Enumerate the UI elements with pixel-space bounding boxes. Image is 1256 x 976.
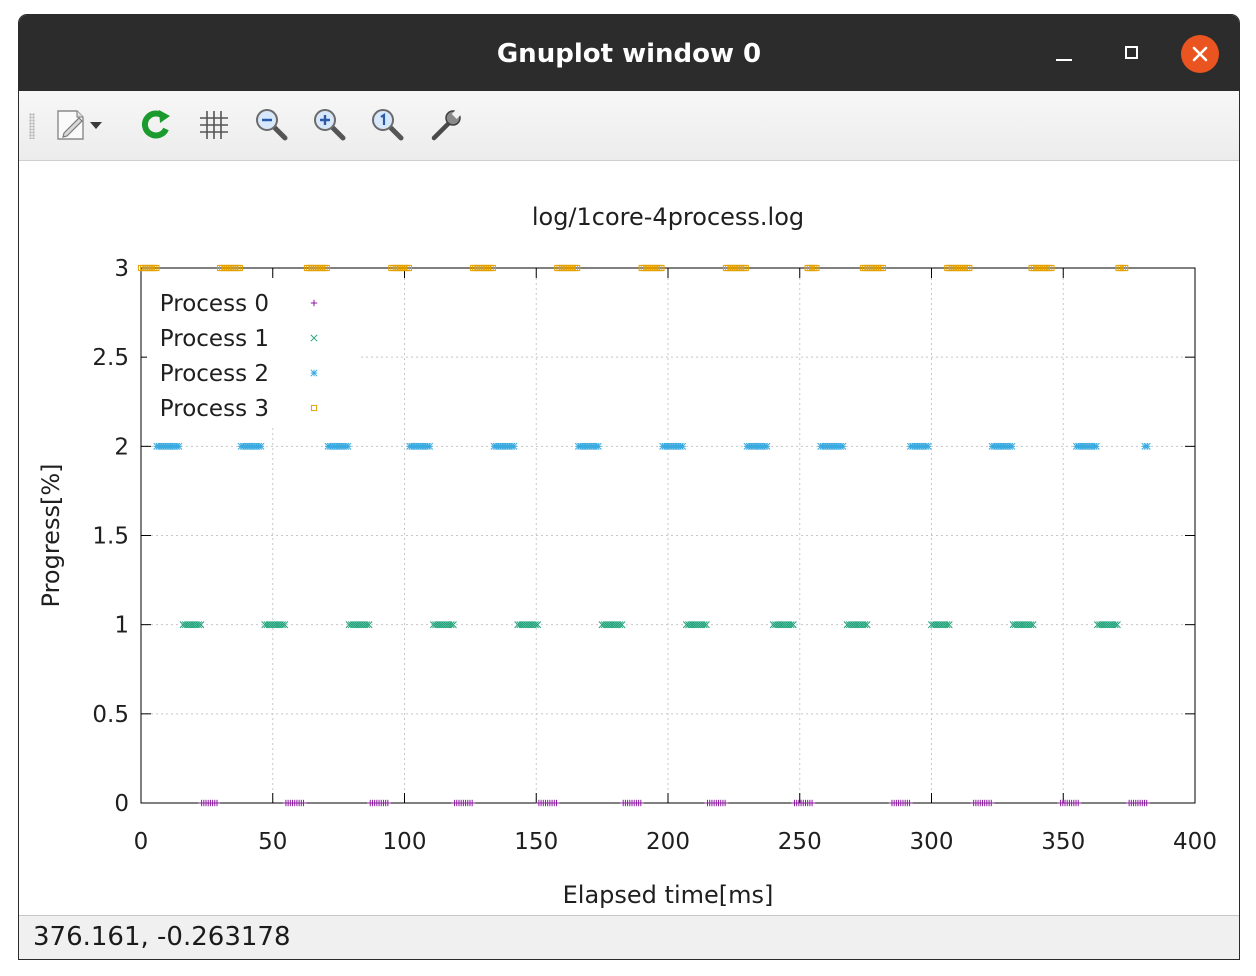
- y-tick-label: 0.5: [92, 702, 129, 728]
- x-tick-label: 150: [514, 829, 558, 855]
- y-tick-label: 0: [114, 791, 129, 817]
- settings-icon: [431, 109, 462, 141]
- mouse-coordinates: 376.161, -0.263178: [33, 922, 291, 952]
- data-point: [594, 442, 602, 450]
- x-tick-label: 200: [646, 829, 690, 855]
- close-button[interactable]: [1181, 35, 1219, 73]
- legend-marker: [310, 369, 318, 377]
- data-point: [839, 442, 847, 450]
- replot-button[interactable]: [135, 105, 175, 145]
- data-point: [763, 442, 771, 450]
- x-tick-label: 250: [778, 829, 822, 855]
- minimize-button[interactable]: [1045, 35, 1083, 73]
- maximize-button[interactable]: [1113, 35, 1151, 73]
- chart[interactable]: 0 50 100 150 200 250 300 350 400 0 0.5 1 1.5 2 2.5 3 lo…: [19, 161, 1239, 915]
- x-tick-label: 100: [383, 829, 427, 855]
- legend-label: Process 1: [160, 326, 269, 352]
- zoom-out-button[interactable]: [252, 105, 292, 145]
- legend-label: Process 2: [160, 361, 269, 387]
- grid-icon: [200, 111, 228, 139]
- export-icon: [57, 110, 102, 140]
- toolbar: [19, 91, 1239, 161]
- x-tick-label: 350: [1041, 829, 1085, 855]
- data-point: [510, 442, 518, 450]
- legend-label: Process 3: [160, 396, 269, 422]
- data-point: [1143, 442, 1151, 450]
- y-tick-label: 1: [114, 613, 129, 639]
- status-bar: 376.161, -0.263178: [19, 915, 1239, 959]
- close-icon: [1192, 46, 1208, 62]
- y-tick-label: 1.5: [92, 524, 129, 550]
- y-axis-label: Progress[%]: [37, 464, 65, 608]
- zoom-reset-button[interactable]: [368, 105, 408, 145]
- y-tick-label: 2.5: [92, 345, 129, 371]
- y-tick-label: 3: [114, 256, 129, 282]
- data-point: [1008, 442, 1016, 450]
- zoom-out-icon: [256, 109, 288, 141]
- plot-area[interactable]: 0 50 100 150 200 250 300 350 400 0 0.5 1 1.5 2 2.5 3 lo…: [19, 161, 1239, 915]
- export-button[interactable]: [53, 105, 103, 145]
- data-point: [678, 442, 687, 450]
- x-tick-label: 300: [910, 829, 954, 855]
- x-tick-label: 0: [134, 829, 149, 855]
- title-bar[interactable]: Gnuplot window 0: [19, 15, 1239, 91]
- toolbar-grip[interactable]: [29, 113, 35, 139]
- zoom-reset-icon: [372, 109, 404, 141]
- x-tick-label: 50: [258, 829, 287, 855]
- legend: Process 0 Process 1 Process 2 Process 3: [147, 278, 361, 428]
- grid-toggle-button[interactable]: [194, 105, 234, 145]
- x-tick-label: 400: [1173, 829, 1217, 855]
- zoom-in-icon: [314, 109, 346, 141]
- data-point: [924, 442, 932, 450]
- gnuplot-window: Gnuplot window 0 0 50 100 150 200 250 30…: [18, 14, 1240, 960]
- x-axis-label: Elapsed time[ms]: [563, 881, 774, 909]
- y-tick-label: 2: [114, 434, 129, 460]
- data-point: [344, 442, 352, 450]
- zoom-in-button[interactable]: [310, 105, 350, 145]
- data-point: [1092, 442, 1100, 450]
- legend-label: Process 0: [160, 291, 269, 317]
- data-point: [257, 442, 265, 450]
- data-point: [175, 442, 183, 450]
- settings-button[interactable]: [426, 105, 466, 145]
- replot-icon: [141, 110, 170, 139]
- data-point: [426, 442, 434, 450]
- chart-title: log/1core-4process.log: [532, 203, 804, 231]
